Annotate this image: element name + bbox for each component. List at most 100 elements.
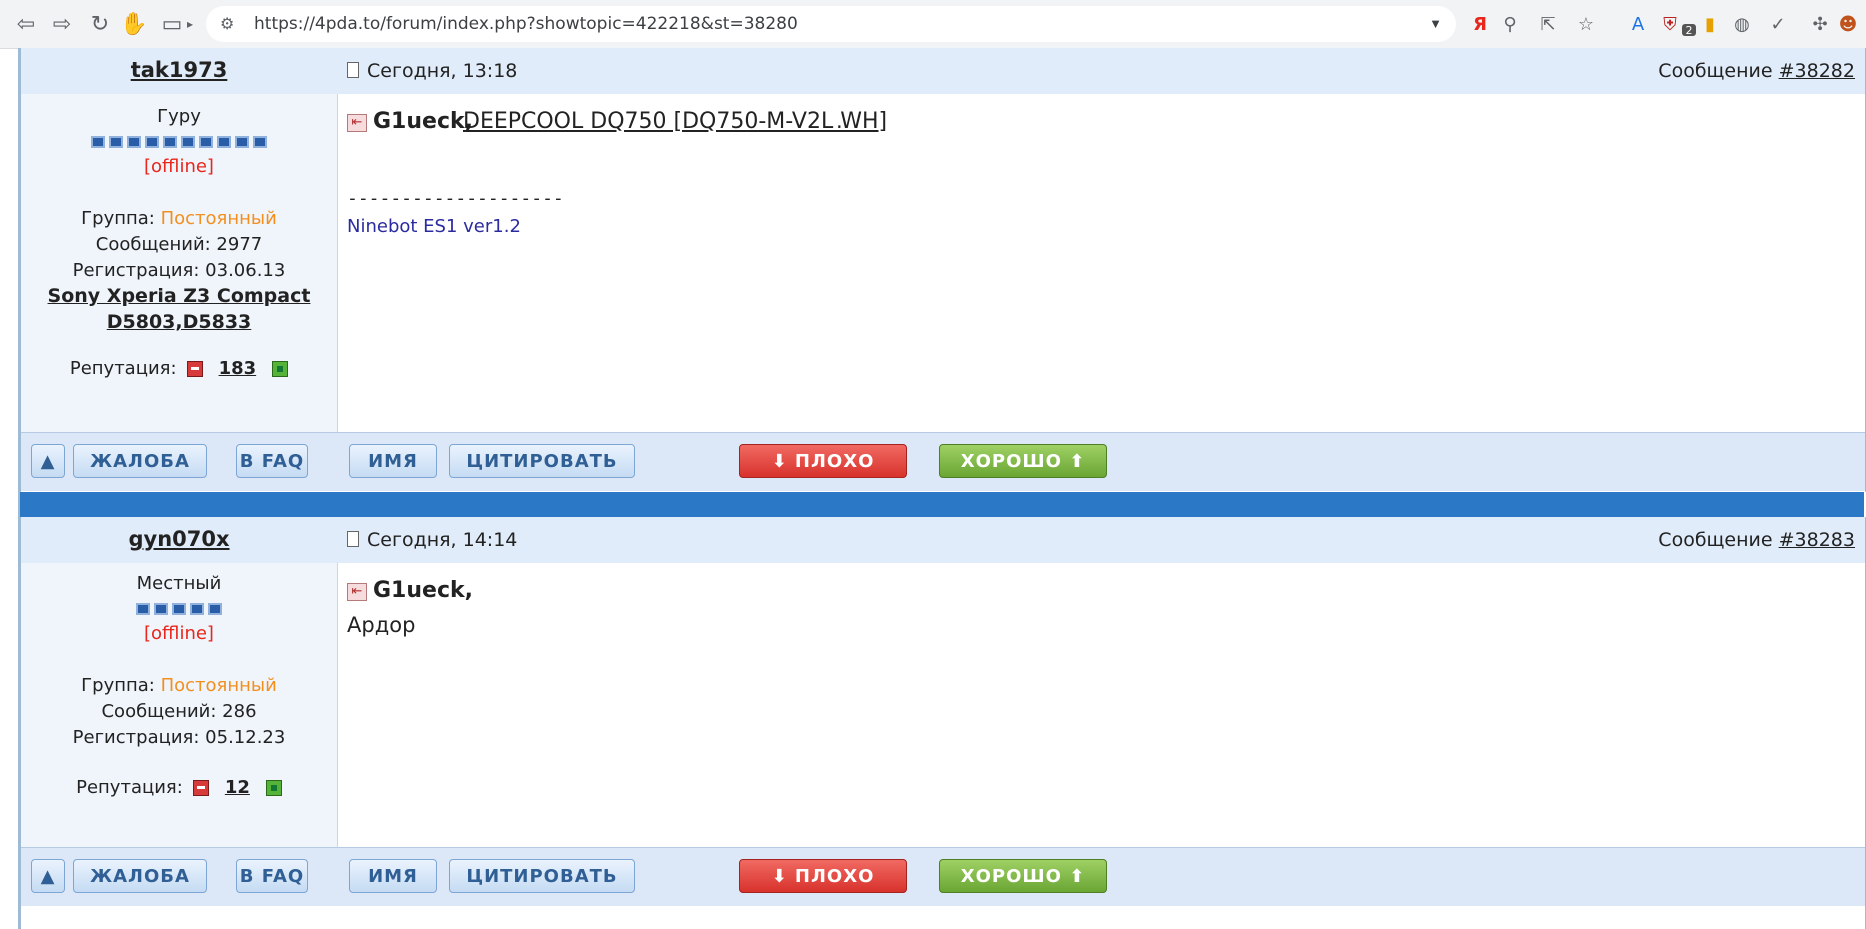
rank-pips xyxy=(21,136,337,148)
complaint-button[interactable]: ЖАЛОБА xyxy=(73,444,207,478)
scroll-top-button[interactable]: ▲ xyxy=(31,444,65,478)
user-rank: Местный xyxy=(136,573,222,594)
document-icon xyxy=(347,531,359,547)
rep-plus-icon[interactable] xyxy=(272,360,289,377)
extension-icon[interactable]: ✋ xyxy=(118,8,150,40)
post-header: tak1973 Сегодня, 13:18 Сообщение #38282 xyxy=(21,48,1865,95)
signature-divider: -------------------- xyxy=(347,188,564,209)
reply-to-name: G1ueck, xyxy=(373,109,473,134)
puzzle-icon[interactable]: ✣ xyxy=(1808,12,1832,36)
post-actions: ▲ ЖАЛОБА В FAQ ИМЯ ЦИТИРОВАТЬ ⬇ ПЛОХО ХО… xyxy=(21,847,1865,906)
user-group-value: Постоянный xyxy=(160,208,277,229)
user-status: [offline] xyxy=(144,623,214,644)
document-icon xyxy=(347,62,359,78)
user-group-value: Постоянный xyxy=(160,675,277,696)
rep-minus-icon[interactable] xyxy=(186,360,203,377)
reputation-value[interactable]: 183 xyxy=(219,358,257,379)
url-text[interactable]: https://4pda.to/forum/index.php?showtopi… xyxy=(254,14,798,34)
post-body-row: Местный [offline] Группа: Постоянный Соо… xyxy=(21,563,1865,847)
post-number-link[interactable]: #38283 xyxy=(1779,529,1855,551)
faq-button[interactable]: В FAQ xyxy=(236,859,308,893)
rep-plus-icon[interactable] xyxy=(265,779,282,796)
good-vote-button[interactable]: ХОРОШО ⬆ xyxy=(939,859,1107,893)
user-registration: Регистрация: 03.06.13 xyxy=(72,260,286,281)
bad-vote-button[interactable]: ⬇ ПЛОХО xyxy=(739,444,907,478)
user-messages: Сообщений: 286 xyxy=(101,701,257,722)
post-number-label: Сообщение xyxy=(1658,60,1773,82)
signature-text: Ninebot ES1 ver1.2 xyxy=(347,216,521,237)
quote-reply-icon[interactable]: ⇤ xyxy=(347,114,367,132)
post-date-text: Сегодня, 13:18 xyxy=(367,60,518,82)
post-author[interactable]: gyn070x xyxy=(21,527,337,551)
yandex-icon[interactable]: Я xyxy=(1468,12,1492,36)
post-body-row: Гуру [offline] Группа: Постоянный Сообще… xyxy=(21,94,1865,432)
good-vote-button[interactable]: ХОРОШО ⬆ xyxy=(939,444,1107,478)
rep-minus-icon[interactable] xyxy=(192,779,209,796)
author-panel: Местный [offline] Группа: Постоянный Соо… xyxy=(21,563,338,847)
forward-icon[interactable]: ⇨ xyxy=(46,8,78,40)
translate-icon[interactable]: A xyxy=(1626,12,1650,36)
post-header: gyn070x Сегодня, 14:14 Сообщение #38283 xyxy=(21,517,1865,564)
user-messages: Сообщений: 2977 xyxy=(95,234,263,255)
post-date: Сегодня, 13:18 xyxy=(347,60,517,82)
user-reputation: Репутация: 183 xyxy=(21,358,337,379)
post-date-text: Сегодня, 14:14 xyxy=(367,529,518,551)
globe-icon[interactable]: ◍ xyxy=(1730,12,1754,36)
user-reputation: Репутация: 12 xyxy=(21,777,337,798)
user-registration: Регистрация: 05.12.23 xyxy=(72,727,286,748)
chevron-down-icon[interactable]: ▼ xyxy=(1429,16,1442,31)
sidebar-arrow-icon[interactable]: ▸ xyxy=(182,8,198,40)
user-status: [offline] xyxy=(144,156,214,177)
forum-post: tak1973 Сегодня, 13:18 Сообщение #38282 … xyxy=(20,48,1866,492)
post-number-label: Сообщение xyxy=(1658,529,1773,551)
post-divider xyxy=(20,492,1864,517)
share-icon[interactable]: ⇱ xyxy=(1536,12,1560,36)
quote-button[interactable]: ЦИТИРОВАТЬ xyxy=(449,444,635,478)
bad-vote-button[interactable]: ⬇ ПЛОХО xyxy=(739,859,907,893)
post-number: Сообщение #38282 xyxy=(1658,60,1855,82)
post-author[interactable]: tak1973 xyxy=(21,58,337,82)
quote-reply-icon[interactable]: ⇤ xyxy=(347,583,367,601)
scroll-top-button[interactable]: ▲ xyxy=(31,859,65,893)
reputation-value[interactable]: 12 xyxy=(225,777,250,798)
name-button[interactable]: ИМЯ xyxy=(349,444,437,478)
faq-button[interactable]: В FAQ xyxy=(236,444,308,478)
address-bar[interactable]: ⚙ https://4pda.to/forum/index.php?showto… xyxy=(206,6,1456,42)
extension-badge: 2 xyxy=(1682,24,1696,37)
user-device-line1[interactable]: Sony Xperia Z3 Compact xyxy=(21,283,337,309)
tune-icon[interactable]: ⚙ xyxy=(220,14,234,33)
shield-icon[interactable]: ⛨ xyxy=(1658,12,1682,36)
post-content: ⇤ G1ueck, DEEPCOOL DQ750 [DQ750-M-V2L WH… xyxy=(338,94,1865,432)
message-tail: . xyxy=(836,109,843,133)
user-group: Группа: Постоянный xyxy=(21,208,337,229)
user-group-label: Группа: xyxy=(81,208,155,229)
forum-post: gyn070x Сегодня, 14:14 Сообщение #38283 … xyxy=(20,517,1866,929)
user-device-line2[interactable]: D5803,D5833 xyxy=(21,309,337,335)
post-date: Сегодня, 14:14 xyxy=(347,529,517,551)
post-number: Сообщение #38283 xyxy=(1658,529,1855,551)
complaint-button[interactable]: ЖАЛОБА xyxy=(73,859,207,893)
back-icon[interactable]: ⇦ xyxy=(10,8,42,40)
user-group-label: Группа: xyxy=(81,675,155,696)
author-panel: Гуру [offline] Группа: Постоянный Сообще… xyxy=(21,94,338,432)
message-text: Ардор xyxy=(347,613,416,637)
bookmark-icon[interactable]: ▮ xyxy=(1698,12,1722,36)
post-number-link[interactable]: #38282 xyxy=(1779,60,1855,82)
check-shield-icon[interactable]: ✓ xyxy=(1766,12,1790,36)
star-icon[interactable]: ☆ xyxy=(1574,12,1598,36)
product-link[interactable]: DEEPCOOL DQ750 [DQ750-M-V2L WH] xyxy=(463,109,887,134)
zoom-icon[interactable]: ⚲ xyxy=(1498,12,1522,36)
reply-to-name: G1ueck, xyxy=(373,578,473,603)
profile-avatar-icon[interactable]: ☻ xyxy=(1836,12,1860,36)
reputation-label: Репутация: xyxy=(69,358,177,379)
rank-pips xyxy=(21,603,337,615)
user-rank: Гуру xyxy=(157,106,201,127)
browser-toolbar: ⇦ ⇨ ↻ ✋ ▭ ▸ ⚙ https://4pda.to/forum/inde… xyxy=(0,0,1866,49)
quote-button[interactable]: ЦИТИРОВАТЬ xyxy=(449,859,635,893)
user-group: Группа: Постоянный xyxy=(21,675,337,696)
reload-icon[interactable]: ↻ xyxy=(84,8,116,40)
post-content: ⇤ G1ueck, Ардор xyxy=(338,563,1865,847)
reputation-label: Репутация: xyxy=(76,777,183,798)
post-actions: ▲ ЖАЛОБА В FAQ ИМЯ ЦИТИРОВАТЬ ⬇ ПЛОХО ХО… xyxy=(21,432,1865,491)
name-button[interactable]: ИМЯ xyxy=(349,859,437,893)
